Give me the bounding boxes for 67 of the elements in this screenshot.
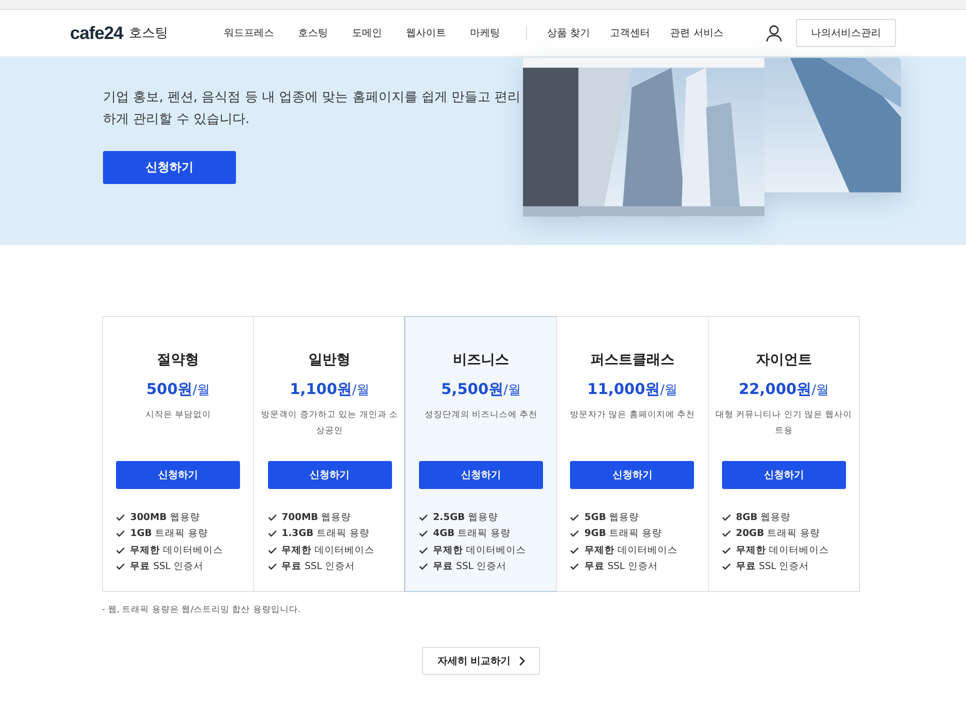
price-unit: /월 bbox=[192, 383, 210, 398]
plan-description: 방문객이 증가하고 있는 개인과 소상공인 bbox=[260, 409, 400, 438]
feature-text: 무제한 데이터베이스 bbox=[433, 544, 526, 557]
plan-price: 1,100원 bbox=[290, 380, 352, 398]
hero-description: 기업 홍보, 펜션, 음식점 등 내 업종에 맞는 홈페이지를 쉽게 만들고 편리하게 관리할 수 있습니다. bbox=[103, 89, 522, 129]
feature-text: 무제한 데이터베이스 bbox=[130, 544, 224, 557]
feature-text: 9GB 트래픽 용량 bbox=[584, 527, 662, 540]
feature-text: 무료 SSL 인증서 bbox=[584, 560, 658, 574]
plan-card[interactable]: 퍼스트클래스 11,000원/월 방문자가 많은 홈페이지에 추천 신청하기 5GB 웹용량 9GB 트래픽 용량 무제한 데이터베이스 무료 SSL 인증서 bbox=[556, 317, 708, 591]
nav-link[interactable]: 고객센터 bbox=[610, 26, 650, 40]
plan-name: 비즈니스 bbox=[453, 351, 510, 369]
nav-link[interactable]: 상품 찾기 bbox=[547, 26, 590, 40]
feature-text: 1GB 트래픽 용량 bbox=[130, 527, 208, 540]
plan-name: 일반형 bbox=[308, 351, 351, 369]
chevron-icon bbox=[518, 656, 525, 666]
feature-text: 2.5GB 웹용량 bbox=[433, 510, 498, 524]
apply-button[interactable]: 신청하기 bbox=[268, 461, 392, 489]
feature-text: 무료 SSL 인증서 bbox=[433, 560, 506, 574]
apply-button[interactable]: 신청하기 bbox=[103, 151, 236, 184]
plan-price: 5,500원 bbox=[441, 380, 504, 398]
plan-description: 시작은 부담없이 bbox=[144, 409, 212, 422]
feature-text: 무제한 데이터베이스 bbox=[736, 544, 829, 557]
plan-name: 자이언트 bbox=[756, 351, 812, 369]
plan-card[interactable]: 일반형 1,100원/월 방문객이 증가하고 있는 개인과 소상공인 신청하기 700MB 웹용량 1.3GB 트래픽 용량 무제한 데이터베이스 무료 SSL 인증서 bbox=[253, 317, 405, 591]
user-icon[interactable] bbox=[766, 24, 782, 42]
plan-price: 11,000원 bbox=[587, 380, 660, 398]
feature-text: 무제한 데이터베이스 bbox=[282, 544, 375, 557]
price-unit: /월 bbox=[352, 383, 370, 398]
plan-card[interactable]: 비즈니스 5,500원/월 성장단계의 비즈니스에 추천 신청하기 2.5GB 웹용량 4GB 트래픽 용량 무제한 데이터베이스 무료 SSL 인증서 bbox=[404, 317, 556, 591]
nav-link[interactable]: 워드프레스 bbox=[224, 26, 274, 40]
feature-text: 무료 SSL 인증서 bbox=[130, 560, 204, 574]
apply-button[interactable]: 신청하기 bbox=[419, 461, 544, 489]
plan-price: 22,000원 bbox=[738, 380, 812, 398]
feature-text: 8GB 웹용량 bbox=[736, 510, 791, 524]
nav-link[interactable]: 호스팅 bbox=[298, 26, 328, 40]
nav-link[interactable]: 웹사이트 bbox=[406, 26, 446, 40]
plan-description: 방문자가 많은 홈페이지에 추천 bbox=[568, 409, 696, 422]
apply-button[interactable]: 신청하기 bbox=[722, 461, 846, 489]
price-unit: /월 bbox=[504, 383, 521, 398]
plan-description: 성장단계의 비즈니스에 추천 bbox=[423, 409, 539, 422]
price-unit: /월 bbox=[812, 383, 829, 398]
feature-text: 5GB 웹용량 bbox=[584, 510, 640, 524]
service-name: 호스팅 bbox=[129, 25, 168, 42]
feature-text: 무제한 데이터베이스 bbox=[584, 544, 678, 557]
feature-text: 1.3GB 트래픽 용량 bbox=[282, 527, 370, 540]
feature-text: 무료 SSL 인증서 bbox=[736, 560, 810, 574]
plan-name: 절약형 bbox=[157, 351, 200, 369]
nav-link[interactable]: 관련 서비스 bbox=[670, 26, 724, 40]
nav-link[interactable]: 마케팅 bbox=[470, 26, 500, 40]
feature-text: 무료 SSL 인증서 bbox=[282, 560, 356, 574]
feature-text: 4GB 트래픽 용량 bbox=[433, 527, 511, 540]
my-service-button[interactable]: 나의서비스관리 bbox=[796, 19, 896, 47]
feature-text: 20GB 트래픽 용량 bbox=[736, 527, 820, 540]
plan-price: 500원 bbox=[146, 380, 193, 398]
logo[interactable]: cafe24 bbox=[70, 22, 124, 44]
footnote: - 웹, 트래픽 용량은 웹/스트리밍 합산 용량입니다. bbox=[102, 604, 302, 616]
apply-button[interactable]: 신청하기 bbox=[116, 461, 240, 489]
price-unit: /월 bbox=[660, 383, 678, 398]
nav-link[interactable]: 도메인 bbox=[352, 26, 382, 40]
compare-button[interactable]: 자세히 비교하기 bbox=[422, 647, 540, 675]
plan-name: 퍼스트클래스 bbox=[590, 351, 674, 369]
plan-description: 대형 커뮤니티나 인기 많은 웹사이트용 bbox=[714, 409, 854, 438]
feature-text: 700MB 웹용량 bbox=[282, 510, 352, 524]
plan-card[interactable]: 절약형 500원/월 시작은 부담없이 신청하기 300MB 웹용량 1GB 트래픽 용량 무제한 데이터베이스 무료 SSL 인증서 bbox=[103, 317, 254, 591]
apply-button[interactable]: 신청하기 bbox=[570, 461, 694, 489]
plan-card[interactable]: 자이언트 22,000원/월 대형 커뮤니티나 인기 많은 웹사이트용 신청하기 8GB 웹용량 20GB 트래픽 용량 무제한 데이터베이스 무료 SSL 인증서 bbox=[708, 317, 860, 591]
feature-text: 300MB 웹용량 bbox=[130, 510, 200, 524]
